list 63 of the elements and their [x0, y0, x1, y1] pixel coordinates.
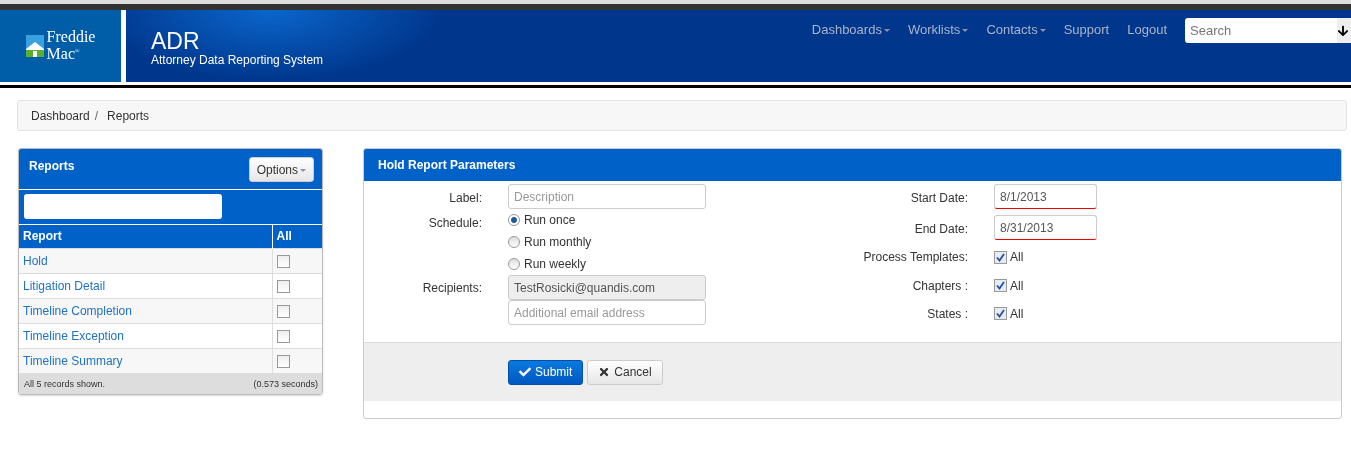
down-arrow-icon — [1337, 24, 1349, 37]
column-header: All — [272, 225, 322, 248]
panel-title: Hold Report Parameters — [378, 158, 516, 172]
radio-label: Run monthly — [524, 235, 592, 249]
radio-button[interactable] — [508, 258, 520, 270]
options-button[interactable]: Options — [248, 157, 314, 182]
search-button[interactable] — [1337, 18, 1351, 43]
record-count: All 5 records shown. — [24, 379, 106, 389]
nav-link[interactable]: Support — [1063, 22, 1110, 37]
checkbox-label: All — [1010, 306, 1024, 321]
check-icon — [519, 366, 531, 378]
nav-link[interactable]: Logout — [1127, 22, 1167, 37]
field-label: States : — [926, 305, 968, 321]
house-icon — [25, 35, 44, 57]
breadcrumb-link[interactable]: Reports — [107, 108, 150, 123]
checkbox[interactable] — [994, 279, 1007, 293]
close-icon — [598, 366, 611, 378]
search-field[interactable]: Search — [1185, 18, 1337, 43]
report-link[interactable]: Timeline Summary — [23, 353, 123, 368]
app-title: ADR — [151, 29, 201, 53]
nav-link[interactable]: Contacts — [986, 22, 1046, 37]
cancel-button[interactable]: Cancel — [587, 359, 663, 385]
report-link[interactable]: Hold — [23, 253, 48, 268]
checkbox[interactable] — [994, 250, 1007, 264]
report-link[interactable]: Timeline Completion — [23, 303, 132, 318]
recipient-field[interactable]: TestRosicki@quandis.com — [508, 275, 706, 300]
email-field[interactable]: Additional email address — [508, 300, 706, 325]
checkbox[interactable] — [276, 354, 290, 368]
checkbox[interactable] — [276, 254, 290, 268]
radio-button[interactable] — [508, 214, 520, 226]
field-label: Schedule: — [427, 215, 482, 230]
label-field[interactable]: Description — [508, 184, 706, 209]
field-label: End Date: — [913, 221, 968, 237]
filter-field[interactable] — [24, 194, 222, 219]
panel-title: Reports — [29, 159, 75, 175]
field-label: Chapters : — [911, 277, 968, 293]
checkbox-label: All — [1010, 278, 1024, 293]
field-label: Start Date: — [909, 190, 968, 205]
caret-icon — [300, 169, 306, 172]
nav-link[interactable]: Dashboards — [811, 22, 890, 37]
checkbox[interactable] — [276, 279, 290, 293]
checkbox[interactable] — [994, 307, 1007, 321]
field-label: Process Templates: — [862, 249, 968, 265]
checkbox[interactable] — [276, 304, 290, 318]
logo-text: Freddie Mac$^{®}$ — [46, 30, 96, 62]
field-label: Recipients: — [421, 280, 482, 295]
breadcrumb-link[interactable]: Dashboard — [31, 108, 90, 123]
field-label: Label: — [448, 190, 482, 205]
date-field[interactable]: 8/1/2013 — [994, 184, 1097, 209]
column-header: Report — [19, 225, 272, 248]
checkbox[interactable] — [276, 329, 290, 343]
breadcrumb-separator: / — [94, 108, 99, 123]
radio-label: Run once — [524, 213, 576, 227]
report-link[interactable]: Timeline Exception — [23, 328, 124, 343]
checkbox-label: All — [1010, 250, 1024, 265]
date-field[interactable]: 8/31/2013 — [994, 215, 1097, 241]
app-subtitle: Attorney Data Reporting System — [151, 53, 325, 67]
radio-label: Run weekly — [524, 257, 587, 271]
report-link[interactable]: Litigation Detail — [23, 278, 106, 293]
query-time: (0.573 seconds) — [253, 379, 318, 389]
radio-button[interactable] — [508, 236, 520, 248]
submit-button[interactable]: Submit — [508, 359, 584, 385]
nav-link[interactable]: Worklists — [907, 22, 969, 37]
